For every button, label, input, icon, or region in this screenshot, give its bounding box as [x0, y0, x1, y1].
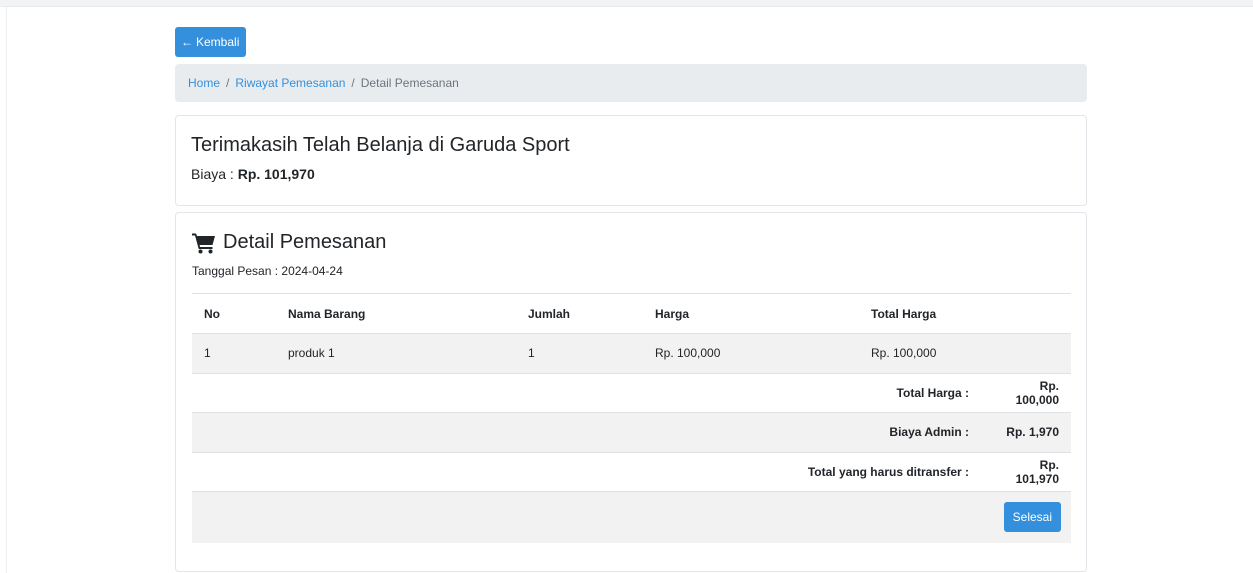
summary-row-admin: Biaya Admin : Rp. 1,970	[192, 412, 1071, 452]
column-header-no: No	[192, 293, 276, 334]
order-table: No Nama Barang Jumlah Harga Total Harga …	[192, 293, 1071, 543]
cost-label: Biaya :	[191, 166, 234, 182]
thanks-card: Terimakasih Telah Belanja di Garuda Spor…	[175, 115, 1087, 206]
table-row: 1 produk 1 1 Rp. 100,000 Rp. 100,000	[192, 333, 1071, 373]
cell-empty	[983, 333, 1071, 373]
column-header-name: Nama Barang	[276, 293, 516, 334]
column-header-price: Harga	[643, 293, 859, 334]
back-button[interactable]: ← Kembali	[175, 27, 247, 57]
left-divider	[6, 7, 7, 573]
cell-no: 1	[192, 333, 276, 373]
breadcrumb-home[interactable]: Home	[188, 76, 220, 90]
action-row: Selesai	[192, 491, 1071, 543]
cost-line: Biaya : Rp. 101,970	[191, 166, 315, 182]
back-button-label: Kembali	[196, 35, 240, 49]
order-detail-title: Detail Pemesanan	[223, 231, 387, 253]
breadcrumb-separator: /	[226, 76, 230, 90]
shopping-cart-icon	[192, 232, 216, 254]
breadcrumb-current: Detail Pemesanan	[360, 76, 459, 90]
breadcrumb: Home / Riwayat Pemesanan / Detail Pemesa…	[175, 64, 1087, 102]
summary-row-total: Total Harga : Rp. 100,000	[192, 372, 1071, 413]
arrow-left-icon: ←	[181, 35, 193, 49]
admin-fee-value: Rp. 1,970	[983, 412, 1071, 452]
action-cell: Selesai	[983, 491, 1071, 543]
total-value: Rp. 100,000	[983, 372, 1071, 413]
top-strip	[0, 0, 1253, 7]
done-button[interactable]: Selesai	[1003, 502, 1061, 533]
thanks-title: Terimakasih Telah Belanja di Garuda Spor…	[191, 134, 570, 156]
table-header-row: No Nama Barang Jumlah Harga Total Harga	[192, 293, 1071, 334]
cell-qty: 1	[516, 333, 643, 373]
breadcrumb-history[interactable]: Riwayat Pemesanan	[235, 76, 345, 90]
cell-total: Rp. 100,000	[859, 333, 983, 373]
action-spacer	[192, 491, 983, 543]
summary-row-transfer: Total yang harus ditransfer : Rp. 101,97…	[192, 451, 1071, 492]
order-date: Tanggal Pesan : 2024-04-24	[192, 264, 343, 278]
transfer-label: Total yang harus ditransfer :	[192, 451, 983, 492]
cell-price: Rp. 100,000	[643, 333, 859, 373]
breadcrumb-separator: /	[351, 76, 355, 90]
admin-fee-label: Biaya Admin :	[192, 412, 983, 452]
cost-value: Rp. 101,970	[237, 166, 315, 182]
column-header-qty: Jumlah	[516, 293, 643, 334]
column-header-empty	[983, 293, 1071, 334]
transfer-value: Rp. 101,970	[983, 451, 1071, 492]
order-detail-card: Detail Pemesanan Tanggal Pesan : 2024-04…	[175, 212, 1087, 572]
column-header-total: Total Harga	[859, 293, 983, 334]
total-label: Total Harga :	[192, 372, 983, 413]
order-detail-heading: Detail Pemesanan	[192, 231, 386, 254]
cell-name: produk 1	[276, 333, 516, 373]
